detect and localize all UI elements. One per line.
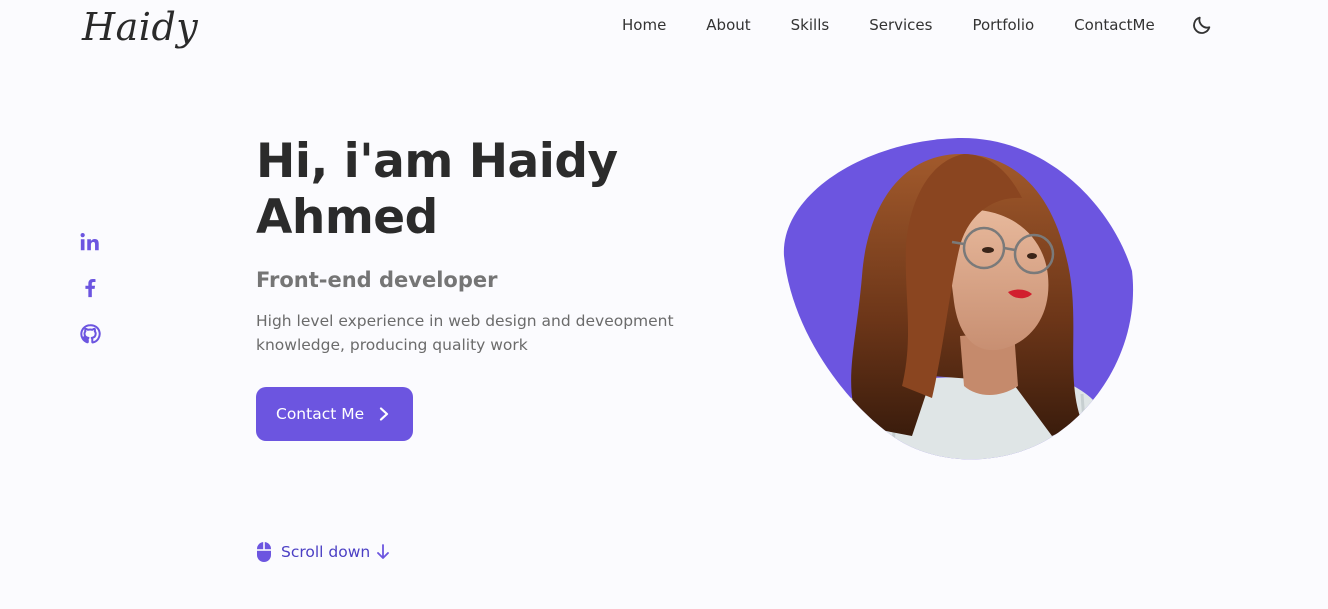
- nav-skills-link[interactable]: Skills: [791, 16, 830, 34]
- scroll-down-label: Scroll down: [281, 543, 371, 561]
- chevron-right-icon: [380, 407, 389, 421]
- hero-description: High level experience in web design and …: [256, 312, 674, 354]
- contact-me-button[interactable]: Contact Me: [256, 387, 413, 441]
- nav-services-link[interactable]: Services: [869, 16, 932, 34]
- social-links: [79, 230, 103, 368]
- hero-title: Hi, i'am Haidy Ahmed: [256, 134, 618, 245]
- moon-icon[interactable]: [1191, 14, 1213, 36]
- linkedin-icon[interactable]: [79, 230, 101, 254]
- arrow-down-icon: [377, 544, 390, 559]
- contact-me-label: Contact Me: [276, 405, 365, 423]
- nav-home-link[interactable]: Home: [622, 16, 666, 34]
- scroll-down-link[interactable]: Scroll down: [256, 541, 390, 563]
- nav-contactme-link[interactable]: ContactMe: [1074, 16, 1155, 34]
- facebook-icon[interactable]: [79, 276, 101, 300]
- mouse-icon: [257, 542, 271, 562]
- profile-image: [783, 137, 1134, 460]
- logo[interactable]: Haidy: [82, 2, 198, 52]
- navbar: Haidy Home About Skills Services Portfol…: [0, 0, 1328, 52]
- nav-portfolio-link[interactable]: Portfolio: [972, 16, 1034, 34]
- hero-subtitle: Front-end developer: [256, 268, 498, 292]
- github-icon[interactable]: [79, 322, 101, 346]
- nav-links: Home About Skills Services Portfolio Con…: [622, 14, 1213, 36]
- nav-about-link[interactable]: About: [706, 16, 750, 34]
